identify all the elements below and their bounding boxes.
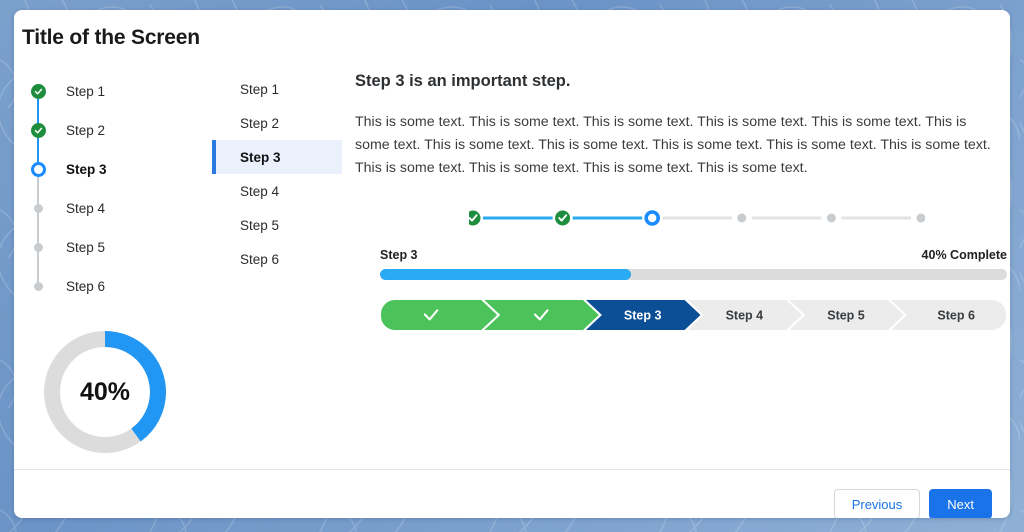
chevron-step-label: Step 3 bbox=[624, 309, 662, 323]
horizontal-step-4[interactable] bbox=[737, 213, 747, 223]
previous-button[interactable]: Previous bbox=[833, 489, 921, 518]
vertical-progress-stepper: Step 1 Step 2 Step 3 Step 4 Step 5 Step 6 bbox=[22, 72, 197, 306]
vertical-step-5[interactable]: Step 5 bbox=[22, 228, 197, 286]
chevron-step-label: Step 4 bbox=[726, 309, 764, 323]
step-current-icon bbox=[644, 210, 660, 226]
footer-actions: Previous Next bbox=[833, 489, 992, 518]
vertical-step-marker bbox=[22, 282, 54, 291]
chevron-step-1[interactable] bbox=[380, 299, 501, 331]
step-pending-icon bbox=[916, 213, 926, 223]
chevron-bar-svg: Step 6 Step 5 Step 4 Step 3 bbox=[380, 299, 1007, 331]
tab-item-step-4[interactable]: Step 4 bbox=[212, 174, 342, 208]
vertical-step-label: Step 1 bbox=[66, 84, 106, 99]
tab-item-step-6[interactable]: Step 6 bbox=[212, 242, 342, 276]
step-pending-icon bbox=[826, 213, 836, 223]
donut-progress-chart: 40% bbox=[38, 325, 172, 459]
step-tab-list[interactable]: Step 1 Step 2 Step 3 Step 4 Step 5 Step 6 bbox=[212, 72, 342, 276]
step-pending-icon bbox=[33, 204, 43, 213]
step-pending-icon bbox=[33, 282, 43, 291]
check-icon bbox=[34, 88, 42, 95]
vertical-step-label: Step 3 bbox=[66, 162, 107, 177]
tab-item-step-5[interactable]: Step 5 bbox=[212, 208, 342, 242]
horizontal-step-3[interactable] bbox=[644, 210, 660, 226]
vertical-step-4[interactable]: Step 4 bbox=[22, 189, 197, 247]
vertical-step-3[interactable]: Step 3 bbox=[22, 150, 197, 208]
next-button[interactable]: Next bbox=[929, 489, 992, 518]
tab-item-step-2[interactable]: Step 2 bbox=[212, 106, 342, 140]
tab-item-step-1[interactable]: Step 1 bbox=[212, 72, 342, 106]
donut-percent-label: 40% bbox=[79, 377, 131, 406]
horizontal-step-2[interactable] bbox=[555, 210, 571, 226]
chevron-step-bar[interactable]: Step 6 Step 5 Step 4 Step 3 bbox=[380, 299, 1007, 331]
progress-labels: Step 3 40% Complete bbox=[380, 248, 1007, 262]
step-pending-icon bbox=[33, 243, 43, 252]
vertical-step-1[interactable]: Step 1 bbox=[22, 72, 197, 130]
horizontal-step-1[interactable] bbox=[465, 210, 481, 226]
progress-track bbox=[380, 269, 1007, 280]
vertical-step-marker bbox=[22, 204, 54, 213]
footer-divider bbox=[14, 469, 1010, 470]
progress-bar-block: Step 3 40% Complete bbox=[380, 248, 1007, 280]
progress-fill bbox=[380, 269, 631, 280]
chevron-step-label: Step 5 bbox=[827, 309, 865, 323]
step-pending-icon bbox=[737, 213, 747, 223]
vertical-step-2[interactable]: Step 2 bbox=[22, 111, 197, 169]
horizontal-step-5[interactable] bbox=[826, 213, 836, 223]
chevron-step-label: Step 6 bbox=[937, 309, 975, 323]
horizontal-stepper-svg bbox=[465, 210, 926, 226]
page-title: Title of the Screen bbox=[22, 26, 200, 49]
horizontal-step-6[interactable] bbox=[916, 213, 926, 223]
main-heading: Step 3 is an important step. bbox=[355, 72, 571, 90]
vertical-step-marker bbox=[22, 123, 54, 138]
horizontal-dot-stepper[interactable] bbox=[465, 210, 926, 226]
vertical-step-marker bbox=[22, 162, 54, 177]
vertical-step-6[interactable]: Step 6 bbox=[22, 267, 197, 306]
main-content: Step 3 is an important step. This is som… bbox=[355, 72, 994, 180]
screen-card: Title of the Screen Step 1 Step 2 Step 3 St… bbox=[14, 10, 1010, 518]
step-current-icon bbox=[30, 162, 46, 177]
tab-item-step-3[interactable]: Step 3 bbox=[212, 140, 342, 174]
chevron-shape bbox=[380, 299, 501, 331]
progress-left-label: Step 3 bbox=[380, 248, 418, 262]
main-body-text: This is some text. This is some text. Th… bbox=[355, 114, 991, 176]
vertical-step-label: Step 2 bbox=[66, 123, 106, 138]
step-complete-icon bbox=[30, 84, 46, 99]
vertical-step-marker bbox=[22, 84, 54, 99]
vertical-step-label: Step 6 bbox=[66, 279, 106, 294]
vertical-step-label: Step 4 bbox=[66, 201, 106, 216]
vertical-step-marker bbox=[22, 243, 54, 252]
check-icon bbox=[34, 127, 42, 134]
vertical-step-label: Step 5 bbox=[66, 240, 106, 255]
step-complete-icon bbox=[30, 123, 46, 138]
progress-right-label: 40% Complete bbox=[921, 248, 1007, 262]
